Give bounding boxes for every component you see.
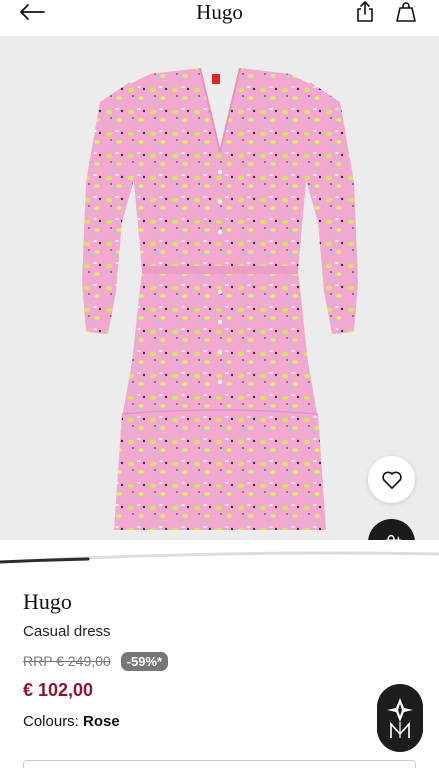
gallery-progress-fill (0, 557, 90, 564)
product-info: Hugo Casual dress RRP € 249,00 -59%* € 1… (23, 588, 423, 732)
product-name: Casual dress (23, 623, 111, 640)
sale-price: € 102,00 (23, 680, 94, 700)
star-emblem-icon (387, 698, 413, 738)
rrp-price: RRP € 249,00 (23, 653, 111, 669)
share-button[interactable] (353, 0, 377, 24)
top-bar: Hugo (0, 0, 439, 36)
share-icon (357, 1, 373, 22)
price-row: RRP € 249,00 -59%* (23, 650, 423, 672)
discount-badge: -59%* (120, 651, 169, 671)
product-image-gallery[interactable] (0, 36, 439, 564)
product-image (82, 67, 358, 530)
shopping-bag-button[interactable] (394, 0, 418, 24)
colours-row[interactable]: Colours: Rose (23, 712, 423, 732)
size-selector[interactable] (23, 760, 416, 768)
favorite-button[interactable] (368, 456, 415, 503)
product-brand[interactable]: Hugo (23, 588, 423, 616)
gallery-progress-indicator (0, 551, 439, 564)
colours-label: Colours: (23, 713, 79, 730)
heart-icon (381, 471, 402, 489)
shopping-bag-icon (396, 2, 416, 22)
brand-logo-badge[interactable] (377, 684, 423, 752)
colour-value: Rose (83, 713, 120, 730)
